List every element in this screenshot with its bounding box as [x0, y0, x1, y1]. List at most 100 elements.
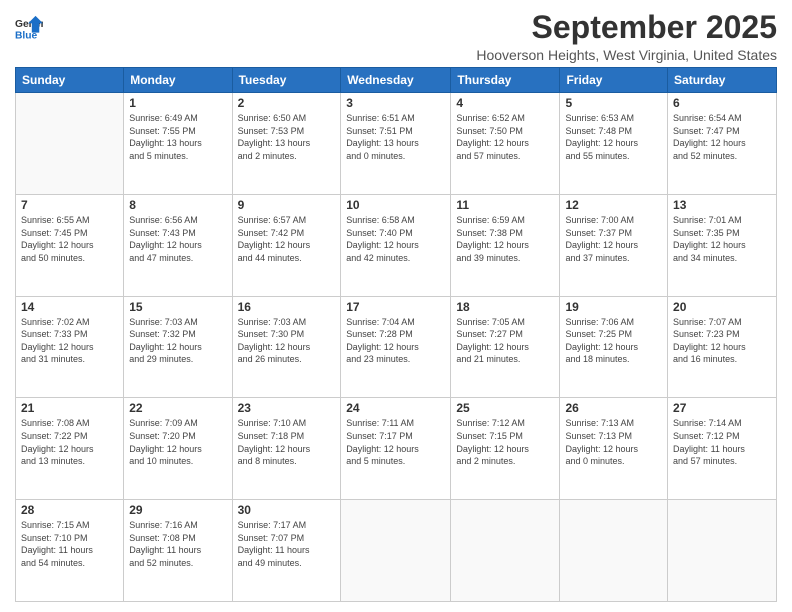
col-wednesday: Wednesday: [341, 68, 451, 93]
table-row: 5 Sunrise: 6:53 AM Sunset: 7:48 PM Daylig…: [560, 93, 668, 195]
day-number: 22: [129, 401, 226, 415]
table-row: 18Sunrise: 7:05 AM Sunset: 7:27 PM Dayli…: [451, 296, 560, 398]
day-info: Sunrise: 7:03 AM Sunset: 7:30 PM Dayligh…: [238, 316, 336, 366]
table-row: 3 Sunrise: 6:51 AM Sunset: 7:51 PM Daylig…: [341, 93, 451, 195]
day-info: Sunrise: 7:10 AM Sunset: 7:18 PM Dayligh…: [238, 417, 336, 467]
day-info: Sunrise: 7:08 AM Sunset: 7:22 PM Dayligh…: [21, 417, 118, 467]
table-row: 7Sunrise: 6:55 AM Sunset: 7:45 PM Daylig…: [16, 194, 124, 296]
day-number: 9: [238, 198, 336, 212]
day-number: 4: [456, 96, 554, 110]
day-number: 8: [129, 198, 226, 212]
table-row: 2 Sunrise: 6:50 AM Sunset: 7:53 PM Daylig…: [232, 93, 341, 195]
table-row: 20 Sunrise: 7:07 AM Sunset: 7:23 PM Dayli…: [668, 296, 777, 398]
day-info: Sunrise: 6:57 AM Sunset: 7:42 PM Dayligh…: [238, 214, 336, 264]
day-number: 1: [129, 96, 226, 110]
calendar-header-row: Sunday Monday Tuesday Wednesday Thursday…: [16, 68, 777, 93]
day-info: Sunrise: 7:12 AM Sunset: 7:15 PM Dayligh…: [456, 417, 554, 467]
day-number: 19: [565, 300, 662, 314]
page: General Blue September 2025 Hooverson He…: [0, 0, 792, 612]
col-tuesday: Tuesday: [232, 68, 341, 93]
day-info: Sunrise: 7:04 AM Sunset: 7:28 PM Dayligh…: [346, 316, 445, 366]
table-row: 4Sunrise: 6:52 AM Sunset: 7:50 PM Daylig…: [451, 93, 560, 195]
day-info: Sunrise: 6:58 AM Sunset: 7:40 PM Dayligh…: [346, 214, 445, 264]
table-row: 9 Sunrise: 6:57 AM Sunset: 7:42 PM Daylig…: [232, 194, 341, 296]
day-number: 26: [565, 401, 662, 415]
table-row: 28 Sunrise: 7:15 AM Sunset: 7:10 PM Dayli…: [16, 500, 124, 602]
day-number: 17: [346, 300, 445, 314]
table-row: [341, 500, 451, 602]
day-number: 27: [673, 401, 771, 415]
calendar: Sunday Monday Tuesday Wednesday Thursday…: [15, 67, 777, 602]
day-info: Sunrise: 7:11 AM Sunset: 7:17 PM Dayligh…: [346, 417, 445, 467]
day-info: Sunrise: 7:03 AM Sunset: 7:32 PM Dayligh…: [129, 316, 226, 366]
table-row: [16, 93, 124, 195]
table-row: 29Sunrise: 7:16 AM Sunset: 7:08 PM Dayli…: [124, 500, 232, 602]
table-row: 8 Sunrise: 6:56 AM Sunset: 7:43 PM Daylig…: [124, 194, 232, 296]
location: Hooverson Heights, West Virginia, United…: [476, 47, 777, 63]
day-number: 5: [565, 96, 662, 110]
table-row: [451, 500, 560, 602]
day-info: Sunrise: 6:49 AM Sunset: 7:55 PM Dayligh…: [129, 112, 226, 162]
table-row: 10 Sunrise: 6:58 AM Sunset: 7:40 PM Dayli…: [341, 194, 451, 296]
table-row: 11 Sunrise: 6:59 AM Sunset: 7:38 PM Dayli…: [451, 194, 560, 296]
day-number: 14: [21, 300, 118, 314]
title-block: September 2025 Hooverson Heights, West V…: [476, 10, 777, 63]
header: General Blue September 2025 Hooverson He…: [15, 10, 777, 63]
day-number: 6: [673, 96, 771, 110]
col-friday: Friday: [560, 68, 668, 93]
day-number: 23: [238, 401, 336, 415]
col-saturday: Saturday: [668, 68, 777, 93]
day-info: Sunrise: 7:02 AM Sunset: 7:33 PM Dayligh…: [21, 316, 118, 366]
day-number: 28: [21, 503, 118, 517]
day-info: Sunrise: 7:07 AM Sunset: 7:23 PM Dayligh…: [673, 316, 771, 366]
day-number: 20: [673, 300, 771, 314]
day-info: Sunrise: 6:56 AM Sunset: 7:43 PM Dayligh…: [129, 214, 226, 264]
day-number: 11: [456, 198, 554, 212]
table-row: 6 Sunrise: 6:54 AM Sunset: 7:47 PM Daylig…: [668, 93, 777, 195]
table-row: 17 Sunrise: 7:04 AM Sunset: 7:28 PM Dayli…: [341, 296, 451, 398]
day-info: Sunrise: 7:15 AM Sunset: 7:10 PM Dayligh…: [21, 519, 118, 569]
table-row: 27 Sunrise: 7:14 AM Sunset: 7:12 PM Dayli…: [668, 398, 777, 500]
day-number: 25: [456, 401, 554, 415]
day-info: Sunrise: 7:05 AM Sunset: 7:27 PM Dayligh…: [456, 316, 554, 366]
table-row: 22 Sunrise: 7:09 AM Sunset: 7:20 PM Dayli…: [124, 398, 232, 500]
day-info: Sunrise: 6:50 AM Sunset: 7:53 PM Dayligh…: [238, 112, 336, 162]
table-row: 19 Sunrise: 7:06 AM Sunset: 7:25 PM Dayli…: [560, 296, 668, 398]
day-info: Sunrise: 6:59 AM Sunset: 7:38 PM Dayligh…: [456, 214, 554, 264]
day-info: Sunrise: 7:06 AM Sunset: 7:25 PM Dayligh…: [565, 316, 662, 366]
day-number: 3: [346, 96, 445, 110]
table-row: 13 Sunrise: 7:01 AM Sunset: 7:35 PM Dayli…: [668, 194, 777, 296]
day-info: Sunrise: 7:13 AM Sunset: 7:13 PM Dayligh…: [565, 417, 662, 467]
day-info: Sunrise: 6:54 AM Sunset: 7:47 PM Dayligh…: [673, 112, 771, 162]
day-info: Sunrise: 7:09 AM Sunset: 7:20 PM Dayligh…: [129, 417, 226, 467]
table-row: 1 Sunrise: 6:49 AM Sunset: 7:55 PM Daylig…: [124, 93, 232, 195]
col-sunday: Sunday: [16, 68, 124, 93]
day-number: 15: [129, 300, 226, 314]
day-number: 24: [346, 401, 445, 415]
day-number: 10: [346, 198, 445, 212]
table-row: 25 Sunrise: 7:12 AM Sunset: 7:15 PM Dayli…: [451, 398, 560, 500]
logo-icon: General Blue: [15, 14, 43, 42]
day-number: 13: [673, 198, 771, 212]
day-info: Sunrise: 6:51 AM Sunset: 7:51 PM Dayligh…: [346, 112, 445, 162]
day-info: Sunrise: 7:14 AM Sunset: 7:12 PM Dayligh…: [673, 417, 771, 467]
day-number: 21: [21, 401, 118, 415]
day-number: 12: [565, 198, 662, 212]
day-number: 30: [238, 503, 336, 517]
table-row: 14 Sunrise: 7:02 AM Sunset: 7:33 PM Dayli…: [16, 296, 124, 398]
day-info: Sunrise: 7:00 AM Sunset: 7:37 PM Dayligh…: [565, 214, 662, 264]
day-info: Sunrise: 7:01 AM Sunset: 7:35 PM Dayligh…: [673, 214, 771, 264]
table-row: 12 Sunrise: 7:00 AM Sunset: 7:37 PM Dayli…: [560, 194, 668, 296]
table-row: [560, 500, 668, 602]
day-info: Sunrise: 7:17 AM Sunset: 7:07 PM Dayligh…: [238, 519, 336, 569]
day-info: Sunrise: 6:53 AM Sunset: 7:48 PM Dayligh…: [565, 112, 662, 162]
day-number: 2: [238, 96, 336, 110]
col-thursday: Thursday: [451, 68, 560, 93]
day-number: 16: [238, 300, 336, 314]
table-row: 23 Sunrise: 7:10 AM Sunset: 7:18 PM Dayli…: [232, 398, 341, 500]
table-row: 15 Sunrise: 7:03 AM Sunset: 7:32 PM Dayli…: [124, 296, 232, 398]
table-row: 24 Sunrise: 7:11 AM Sunset: 7:17 PM Dayli…: [341, 398, 451, 500]
logo: General Blue: [15, 14, 43, 42]
table-row: 21 Sunrise: 7:08 AM Sunset: 7:22 PM Dayli…: [16, 398, 124, 500]
col-monday: Monday: [124, 68, 232, 93]
